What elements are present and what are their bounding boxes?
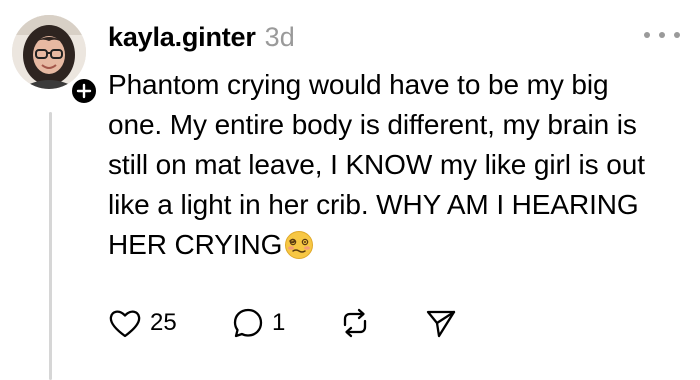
username[interactable]: kayla.ginter xyxy=(108,22,256,53)
post-text-line: HER CRYING xyxy=(108,229,283,260)
post-text-line-last: HER CRYING xyxy=(108,225,678,265)
comment-bubble-icon xyxy=(233,308,263,338)
like-count: 25 xyxy=(150,309,177,336)
thread-line xyxy=(49,112,52,380)
thread-post: kayla.ginter 3d Phantom crying would hav… xyxy=(0,0,700,380)
more-options-button[interactable] xyxy=(644,22,680,48)
repost-icon xyxy=(343,308,367,338)
more-icon-dot xyxy=(659,32,665,38)
repost-button[interactable] xyxy=(338,305,372,341)
heart-icon xyxy=(109,310,141,338)
reply-button[interactable]: 1 xyxy=(232,305,285,341)
post-text-line: like a light in her crib. WHY AM I HEARI… xyxy=(108,189,639,220)
post-header: kayla.ginter 3d xyxy=(108,22,295,53)
timestamp: 3d xyxy=(264,22,295,52)
more-icon-dot xyxy=(674,32,680,38)
plus-icon xyxy=(76,83,92,99)
post-text: Phantom crying would have to be my big o… xyxy=(108,65,678,265)
follow-button[interactable] xyxy=(69,76,99,106)
more-icon xyxy=(644,32,650,38)
share-button[interactable] xyxy=(424,305,458,341)
woozy-face-emoji xyxy=(284,230,314,260)
like-button[interactable]: 25 xyxy=(108,305,177,341)
post-text-line: Phantom crying would have to be my big xyxy=(108,69,609,100)
post-text-line: one. My entire body is different, my bra… xyxy=(108,109,637,140)
reply-count: 1 xyxy=(272,309,286,336)
avatar-container xyxy=(12,15,99,106)
send-icon xyxy=(426,310,456,338)
post-text-line: still on mat leave, I KNOW my like girl … xyxy=(108,149,645,180)
